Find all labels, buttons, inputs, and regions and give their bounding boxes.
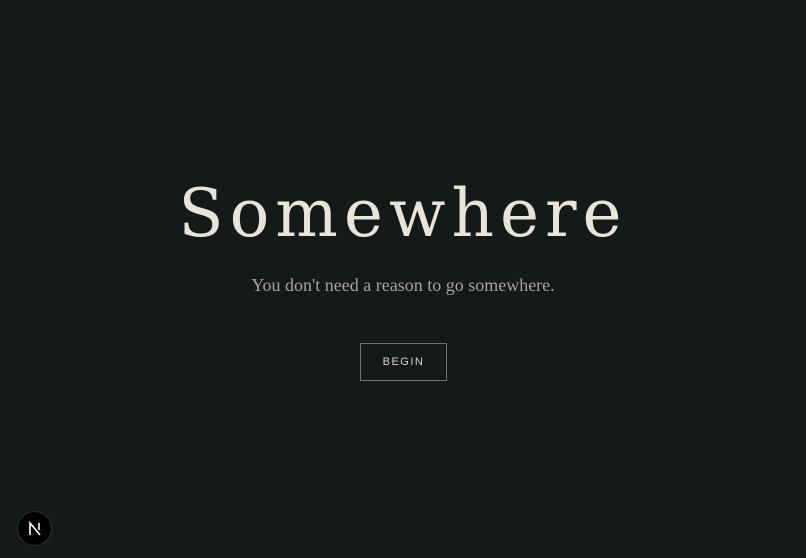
dev-tools-button[interactable] [18, 512, 51, 545]
begin-button[interactable]: BEGIN [360, 343, 447, 381]
nextjs-logo-icon [26, 520, 44, 538]
landing-page: Somewhere You don't need a reason to go … [0, 0, 806, 558]
tagline: You don't need a reason to go somewhere. [251, 275, 555, 295]
page-title: Somewhere [178, 175, 628, 252]
